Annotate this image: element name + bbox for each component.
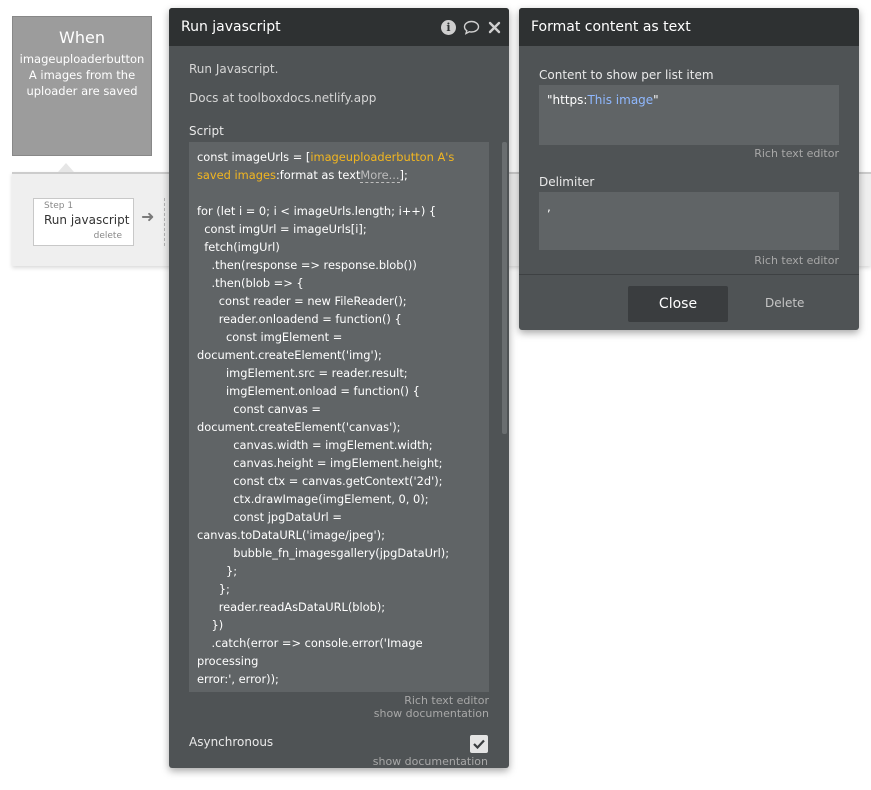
run-javascript-panel: Run javascript i Run Javascript. Docs at… xyxy=(169,8,509,768)
docs-link-text: Docs at toolboxdocs.netlify.app xyxy=(189,91,377,105)
more-options-chip[interactable]: More... xyxy=(360,168,400,183)
content-per-item-input[interactable]: "https:This image" xyxy=(539,85,839,145)
script-body: for (let i = 0; i < imageUrls.length; i+… xyxy=(197,204,450,692)
comment-icon[interactable] xyxy=(463,19,480,36)
arrow-right-icon: ➜ xyxy=(141,207,155,226)
show-documentation-link-2[interactable]: show documentation xyxy=(373,755,488,768)
event-card[interactable]: When imageuploaderbutton A images from t… xyxy=(12,16,152,156)
scrollbar[interactable] xyxy=(502,142,507,434)
workflow-step-card[interactable]: Step 1 Run javascript delete xyxy=(33,198,134,246)
step-action-label: Run javascript xyxy=(44,213,130,227)
asynchronous-label: Asynchronous xyxy=(189,735,274,749)
event-title: When xyxy=(59,28,105,47)
panel-title: Run javascript xyxy=(181,19,281,35)
info-icon[interactable]: i xyxy=(440,19,457,36)
delimiter-input[interactable]: , xyxy=(539,192,839,250)
content-rich-text-editor-link[interactable]: Rich text editor xyxy=(754,147,839,160)
script-editor[interactable]: const imageUrls = [imageuploaderbutton A… xyxy=(189,142,489,692)
format-panel-header: Format content as text xyxy=(519,8,859,46)
delete-button[interactable]: Delete xyxy=(765,296,804,310)
expression-operator: :format as text xyxy=(275,168,361,182)
format-panel-title: Format content as text xyxy=(531,19,691,35)
rich-text-editor-link[interactable]: Rich text editor xyxy=(404,694,489,707)
delimiter-label: Delimiter xyxy=(539,175,595,189)
asynchronous-checkbox[interactable] xyxy=(470,735,488,753)
show-documentation-link[interactable]: show documentation xyxy=(374,707,489,720)
checkmark-icon xyxy=(473,739,485,749)
content-per-item-label: Content to show per list item xyxy=(539,68,714,82)
action-description: Run Javascript. xyxy=(189,62,279,76)
close-icon[interactable] xyxy=(486,19,503,36)
delimiter-rich-text-editor-link[interactable]: Rich text editor xyxy=(754,254,839,267)
close-button[interactable]: Close xyxy=(628,286,728,322)
step-delete-link[interactable]: delete xyxy=(94,231,122,241)
script-label: Script xyxy=(189,124,224,138)
footer-divider xyxy=(519,274,859,275)
event-description: imageuploaderbutton A images from the up… xyxy=(19,52,145,98)
event-pointer xyxy=(58,163,74,172)
format-as-text-panel: Format content as text Content to show p… xyxy=(519,8,859,330)
run-javascript-header: Run javascript i xyxy=(169,8,509,46)
this-image-expression[interactable]: This image xyxy=(587,93,653,107)
step-number: Step 1 xyxy=(44,201,74,211)
